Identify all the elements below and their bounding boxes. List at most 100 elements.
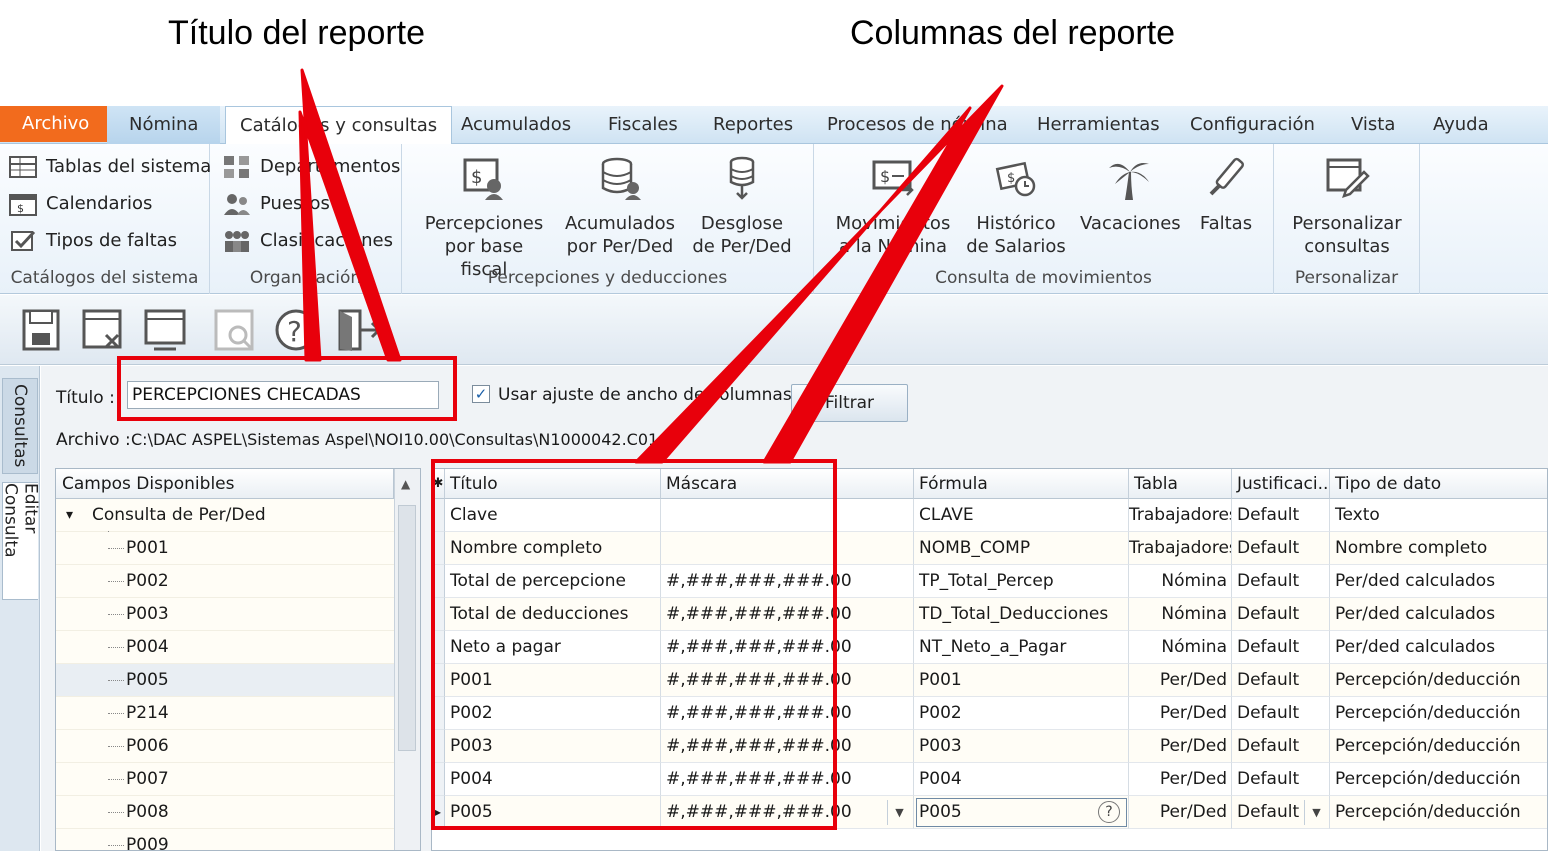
tree-item[interactable]: P003 <box>56 598 394 631</box>
filtrar-button[interactable]: Filtrar <box>791 384 908 422</box>
percepciones-base-fiscal-button[interactable]: $ Percepciones por base fiscal <box>424 154 544 281</box>
save-icon[interactable] <box>18 307 66 353</box>
departamentos-button[interactable]: Departamentos <box>222 152 400 182</box>
tab-configuracion[interactable]: Configuración <box>1190 106 1315 144</box>
col-header-tabla[interactable]: Tabla <box>1129 469 1232 499</box>
cell-tipo-dato[interactable]: Percepción/deducción <box>1330 697 1547 730</box>
desglose-per-ded-button[interactable]: Desglose de Per/Ded <box>692 154 792 258</box>
vacaciones-button[interactable]: Vacaciones <box>1080 154 1181 235</box>
tablas-sistema-button[interactable]: Tablas del sistema <box>8 152 211 182</box>
cell-tabla[interactable]: Nómina <box>1129 565 1232 598</box>
tab-nomina[interactable]: Nómina <box>107 106 221 144</box>
puestos-button[interactable]: Puestos <box>222 189 330 219</box>
cell-tabla[interactable]: Per/Ded <box>1129 730 1232 763</box>
tree-item[interactable]: P214 <box>56 697 394 730</box>
side-tab-consultas[interactable]: Consultas <box>2 378 38 474</box>
acumulados-per-ded-button[interactable]: Acumulados por Per/Ded <box>562 154 678 258</box>
cell-tabla[interactable]: Nómina <box>1129 631 1232 664</box>
tree-item[interactable]: P009 <box>56 829 394 850</box>
cell-formula[interactable]: P003 <box>914 730 1129 763</box>
cell-formula[interactable]: P004 <box>914 763 1129 796</box>
cancel-icon[interactable] <box>80 307 128 353</box>
side-tab-editar-consulta[interactable]: Editar Consulta <box>1 482 41 600</box>
historico-salarios-button[interactable]: $ Histórico de Salarios <box>964 154 1068 258</box>
calendar-icon: $ <box>9 194 37 216</box>
mask-dropdown-icon[interactable]: ▼ <box>887 800 911 825</box>
tab-procesos-nomina[interactable]: Procesos de nómina <box>827 106 1008 144</box>
cell-formula[interactable]: P001 <box>914 664 1129 697</box>
cell-tipo-dato[interactable]: Per/ded calculados <box>1330 598 1547 631</box>
cell-formula[interactable]: CLAVE <box>914 499 1129 532</box>
tab-catalogos-consultas[interactable]: Catálogos y consultas <box>225 106 453 145</box>
faltas-button[interactable]: Faltas <box>1188 154 1264 235</box>
col-header-formula[interactable]: Fórmula <box>914 469 1129 499</box>
cell-justificacion[interactable]: Default <box>1232 730 1330 763</box>
personalizar-consultas-line1: Personalizar <box>1292 213 1402 234</box>
svg-text:$: $ <box>17 202 24 215</box>
cell-tipo-dato[interactable]: Per/ded calculados <box>1330 631 1547 664</box>
formula-help-icon[interactable]: ? <box>1098 801 1120 823</box>
cell-tipo-dato[interactable]: Percepción/deducción <box>1330 730 1547 763</box>
clasificaciones-button[interactable]: Clasificaciones <box>222 226 393 256</box>
cell-justificacion[interactable]: Default <box>1232 532 1330 565</box>
tree-item[interactable]: P004 <box>56 631 394 664</box>
tree-item[interactable]: P007 <box>56 763 394 796</box>
cell-tabla[interactable]: Nómina <box>1129 598 1232 631</box>
cell-formula[interactable]: NOMB_COMP <box>914 532 1129 565</box>
cell-justificacion[interactable]: Default <box>1232 631 1330 664</box>
cell-formula[interactable]: NT_Neto_a_Pagar <box>914 631 1129 664</box>
cell-justificacion[interactable]: Default <box>1232 598 1330 631</box>
cell-tabla[interactable]: Per/Ded <box>1129 763 1232 796</box>
tab-vista[interactable]: Vista <box>1351 106 1395 144</box>
cell-formula[interactable]: TD_Total_Deducciones <box>914 598 1129 631</box>
tab-ayuda[interactable]: Ayuda <box>1433 106 1489 144</box>
cell-justificacion[interactable]: Default <box>1232 763 1330 796</box>
percepciones-base-fiscal-line1: Percepciones <box>424 213 544 234</box>
personalizar-consultas-button[interactable]: Personalizar consultas <box>1286 154 1408 258</box>
tree-item[interactable]: P002 <box>56 565 394 598</box>
tree-scrollbar[interactable]: ▲ <box>394 469 420 850</box>
cell-formula[interactable]: TP_Total_Percep <box>914 565 1129 598</box>
cell-tabla[interactable]: Trabajadores <box>1129 499 1232 532</box>
cell-tabla[interactable]: Per/Ded <box>1129 697 1232 730</box>
tree-item-selected[interactable]: P005 <box>56 664 394 697</box>
cell-justificacion[interactable]: Default <box>1232 664 1330 697</box>
cell-justificacion[interactable]: Default <box>1232 565 1330 598</box>
cell-formula[interactable]: P005 <box>914 796 1129 829</box>
cell-justificacion[interactable]: Default <box>1232 697 1330 730</box>
justification-dropdown-icon[interactable]: ▼ <box>1304 800 1328 825</box>
cell-justificacion[interactable]: Default <box>1232 499 1330 532</box>
window-icon[interactable] <box>142 307 190 353</box>
help-icon[interactable]: ? <box>272 307 320 353</box>
tree-item[interactable]: P008 <box>56 796 394 829</box>
tipos-faltas-button[interactable]: Tipos de faltas <box>8 226 177 256</box>
tab-herramientas[interactable]: Herramientas <box>1037 106 1160 144</box>
col-header-tipo-dato[interactable]: Tipo de dato <box>1330 469 1547 499</box>
tree-root-node[interactable]: ▾ Consulta de Per/Ded <box>56 499 394 532</box>
movimientos-nomina-button[interactable]: $ Movimientos a la Nómina <box>834 154 952 258</box>
scroll-thumb[interactable] <box>398 505 416 751</box>
scroll-up-icon[interactable]: ▲ <box>401 477 410 491</box>
tab-reportes[interactable]: Reportes <box>713 106 793 144</box>
tab-fiscales[interactable]: Fiscales <box>608 106 678 144</box>
cell-tipo-dato[interactable]: Per/ded calculados <box>1330 565 1547 598</box>
cell-formula[interactable]: P002 <box>914 697 1129 730</box>
cell-tipo-dato[interactable]: Percepción/deducción <box>1330 796 1547 829</box>
cell-tabla[interactable]: Trabajadores <box>1129 532 1232 565</box>
tree-item[interactable]: P001 <box>56 532 394 565</box>
chevron-down-icon[interactable]: ▾ <box>66 499 73 532</box>
tab-archivo[interactable]: Archivo <box>0 106 112 142</box>
exit-icon[interactable] <box>334 307 382 353</box>
cell-tabla[interactable]: Per/Ded <box>1129 796 1232 829</box>
tab-acumulados[interactable]: Acumulados <box>461 106 571 144</box>
col-header-justificacion[interactable]: Justificaci... <box>1232 469 1330 499</box>
tree-item[interactable]: P006 <box>56 730 394 763</box>
cell-tipo-dato[interactable]: Percepción/deducción <box>1330 664 1547 697</box>
cell-tabla[interactable]: Per/Ded <box>1129 664 1232 697</box>
calendarios-button[interactable]: $ Calendarios <box>8 189 152 219</box>
cell-tipo-dato[interactable]: Texto <box>1330 499 1547 532</box>
preview-icon[interactable] <box>212 307 260 353</box>
cell-tipo-dato[interactable]: Percepción/deducción <box>1330 763 1547 796</box>
cell-tipo-dato[interactable]: Nombre completo <box>1330 532 1547 565</box>
column-width-checkbox[interactable]: ✓ <box>472 385 490 403</box>
